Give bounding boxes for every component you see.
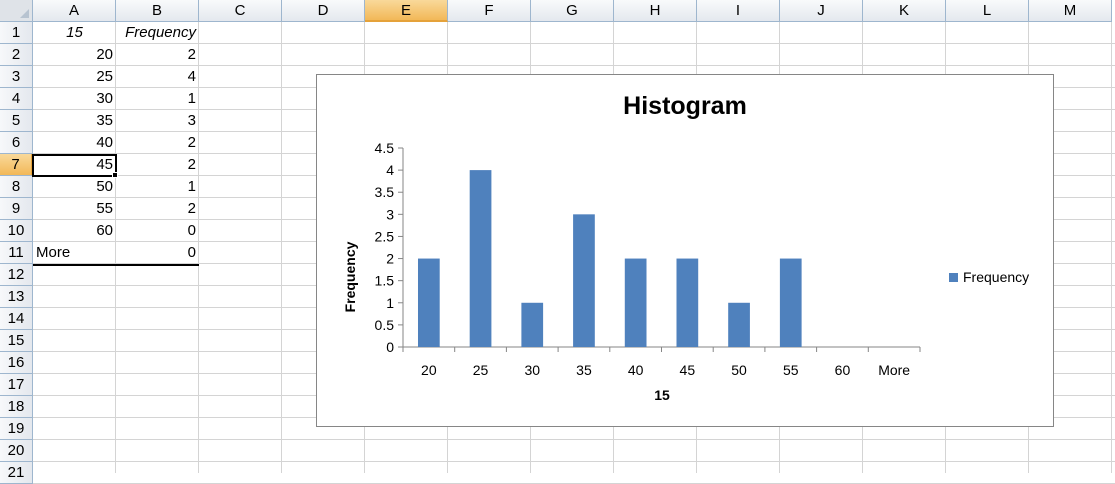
y-tick-label: 2 xyxy=(386,251,394,267)
cell-bin[interactable]: More xyxy=(33,242,116,264)
row-header-6[interactable]: 6 xyxy=(0,132,33,154)
histogram-bar[interactable] xyxy=(676,258,699,347)
cell-frequency[interactable]: 0 xyxy=(116,220,199,242)
row-header-10[interactable]: 10 xyxy=(0,220,33,242)
cell-bin[interactable]: 55 xyxy=(33,198,116,220)
histogram-bar[interactable] xyxy=(624,258,647,347)
row-header-8[interactable]: 8 xyxy=(0,176,33,198)
legend-label: Frequency xyxy=(963,269,1030,285)
row-header-21[interactable]: 21 xyxy=(0,462,33,484)
x-tick-label: 20 xyxy=(421,362,437,378)
active-cell-selection[interactable] xyxy=(32,154,117,177)
y-tick-label: 1 xyxy=(386,295,394,311)
y-tick-label: 4.5 xyxy=(375,140,395,156)
row-header-7[interactable]: 7 xyxy=(0,154,33,176)
y-tick-label: 2.5 xyxy=(375,228,395,244)
histogram-chart[interactable]: Histogram Frequency 15 0 0.5 1 1.5 2 2.5 3 3.5 4… xyxy=(316,74,1054,427)
row-header-19[interactable]: 19 xyxy=(0,418,33,440)
row-header-11[interactable]: 11 xyxy=(0,242,33,264)
fill-handle[interactable] xyxy=(112,172,118,178)
cell-frequency[interactable]: 4 xyxy=(116,66,199,88)
cell-frequency[interactable]: 2 xyxy=(116,44,199,66)
select-all-corner[interactable] xyxy=(0,0,33,22)
column-header-d[interactable]: D xyxy=(282,0,365,22)
y-tick-label: 0.5 xyxy=(375,317,395,333)
cell-bin[interactable]: 40 xyxy=(33,132,116,154)
column-header-i[interactable]: I xyxy=(697,0,780,22)
histogram-bar[interactable] xyxy=(779,258,802,347)
row-header-1[interactable]: 1 xyxy=(0,22,33,44)
histogram-bar[interactable] xyxy=(521,302,544,347)
row-gridline xyxy=(33,439,1115,440)
cell-bin[interactable]: 35 xyxy=(33,110,116,132)
x-tick-label: More xyxy=(878,362,910,378)
column-header-f[interactable]: F xyxy=(448,0,531,22)
row-header-2[interactable]: 2 xyxy=(0,44,33,66)
legend-swatch xyxy=(949,272,958,282)
x-tick-label: 45 xyxy=(680,362,696,378)
column-header-h[interactable]: H xyxy=(614,0,697,22)
x-tick-label: 30 xyxy=(524,362,540,378)
column-header-c[interactable]: C xyxy=(199,0,282,22)
row-header-15[interactable]: 15 xyxy=(0,330,33,352)
y-tick-label: 3 xyxy=(386,206,394,222)
cell-frequency[interactable]: 2 xyxy=(116,198,199,220)
cell-a1-header[interactable]: 15 xyxy=(33,22,116,44)
y-tick-label: 1.5 xyxy=(375,273,395,289)
cell-frequency[interactable]: 2 xyxy=(116,132,199,154)
cell-bin[interactable]: 60 xyxy=(33,220,116,242)
histogram-bar[interactable] xyxy=(573,214,595,347)
cell-frequency[interactable]: 2 xyxy=(116,154,199,176)
column-gridline xyxy=(1111,22,1112,473)
x-tick-label: 50 xyxy=(731,362,747,378)
y-tick-label: 0 xyxy=(386,339,394,355)
cell-bin[interactable]: 25 xyxy=(33,66,116,88)
row-gridline xyxy=(33,461,1115,462)
cell-frequency[interactable]: 1 xyxy=(116,88,199,110)
row-header-12[interactable]: 12 xyxy=(0,264,33,286)
column-header-g[interactable]: G xyxy=(531,0,614,22)
x-tick-label: 35 xyxy=(576,362,592,378)
row-header-16[interactable]: 16 xyxy=(0,352,33,374)
table-bottom-border xyxy=(33,264,199,266)
row-header-9[interactable]: 9 xyxy=(0,198,33,220)
cell-frequency[interactable]: 3 xyxy=(116,110,199,132)
x-tick-label: 60 xyxy=(835,362,851,378)
cell-bin[interactable]: 50 xyxy=(33,176,116,198)
y-tick-label: 3.5 xyxy=(375,184,395,200)
chart-legend: Frequency xyxy=(949,269,1029,285)
column-header-l[interactable]: L xyxy=(946,0,1029,22)
cell-frequency[interactable]: 0 xyxy=(116,242,199,264)
row-header-3[interactable]: 3 xyxy=(0,66,33,88)
cell-bin[interactable]: 30 xyxy=(33,88,116,110)
row-header-20[interactable]: 20 xyxy=(0,440,33,462)
column-header-j[interactable]: J xyxy=(780,0,863,22)
column-header-b[interactable]: B xyxy=(116,0,199,22)
row-header-4[interactable]: 4 xyxy=(0,88,33,110)
plot-area: 0 0.5 1 1.5 2 2.5 3 3.5 4 4.5 20 25 30 35 40 45 50 55 60 Mo… xyxy=(375,140,921,378)
column-gridline xyxy=(281,22,282,473)
column-header-k[interactable]: K xyxy=(863,0,946,22)
row-header-17[interactable]: 17 xyxy=(0,374,33,396)
column-header-a[interactable]: A xyxy=(33,0,116,22)
cell-b1-header[interactable]: Frequency xyxy=(116,22,199,44)
row-header-14[interactable]: 14 xyxy=(0,308,33,330)
x-tick-label: 55 xyxy=(783,362,799,378)
cell-frequency[interactable]: 1 xyxy=(116,176,199,198)
row-header-18[interactable]: 18 xyxy=(0,396,33,418)
x-tick-label: 25 xyxy=(473,362,489,378)
histogram-bar[interactable] xyxy=(469,170,492,347)
row-header-5[interactable]: 5 xyxy=(0,110,33,132)
cell-bin[interactable]: 20 xyxy=(33,44,116,66)
histogram-bar[interactable] xyxy=(417,258,440,347)
column-header-e[interactable]: E xyxy=(365,0,448,22)
row-header-13[interactable]: 13 xyxy=(0,286,33,308)
x-tick-label: 40 xyxy=(628,362,644,378)
y-tick-label: 4 xyxy=(386,162,394,178)
histogram-bar[interactable] xyxy=(728,302,750,347)
column-header-m[interactable]: M xyxy=(1029,0,1112,22)
